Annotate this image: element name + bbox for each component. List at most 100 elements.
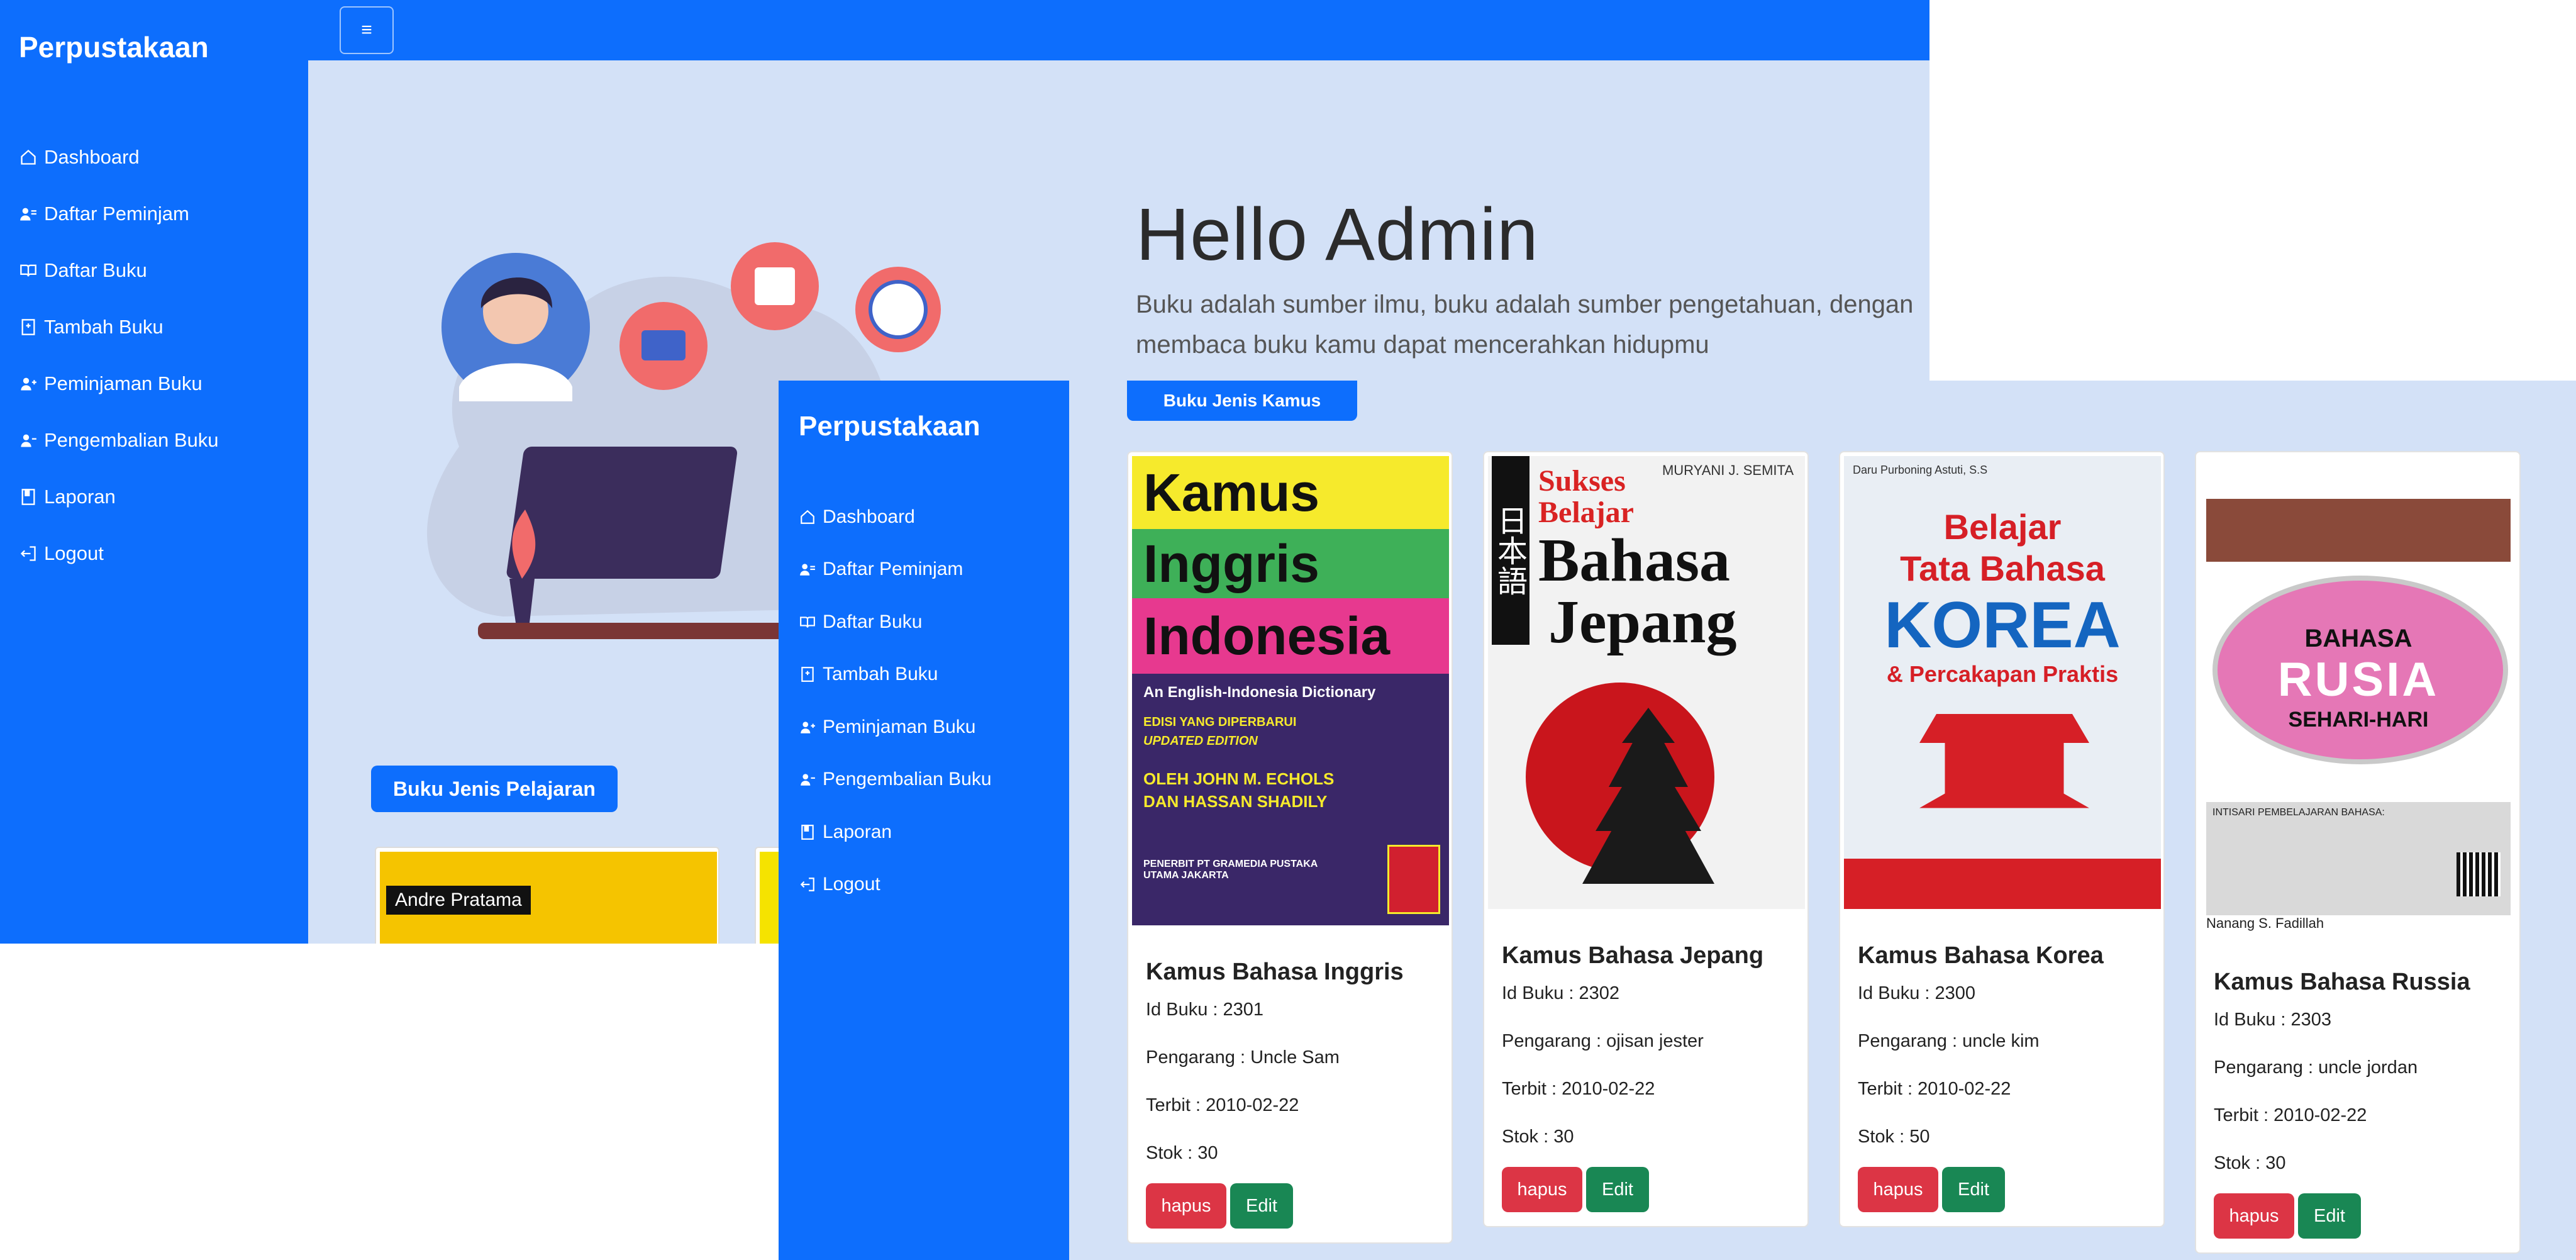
sidebar-item-pengembalian-buku[interactable]: Pengembalian Buku xyxy=(799,754,992,806)
book-card: Kamus Inggris Indonesia An English-Indon… xyxy=(1127,451,1453,1244)
book-cover: Daru Purboning Astuti, S.S Belajar Tata … xyxy=(1844,456,2161,909)
sidebar-item-daftar-buku[interactable]: Daftar Buku xyxy=(799,596,992,649)
brand-title[interactable]: Perpustakaan xyxy=(19,30,209,64)
front-app-window: Perpustakaan Dashboard Daftar Peminjam D… xyxy=(779,381,2576,1260)
cover-edition: UPDATED EDITION xyxy=(1143,734,1258,748)
cover-title: Jepang xyxy=(1548,588,1737,656)
book-stock: Stok : 30 xyxy=(1502,1127,1574,1147)
edit-button[interactable]: Edit xyxy=(1230,1183,1293,1229)
user-minus-icon xyxy=(19,431,38,450)
cover-subtitle: & Percakapan Praktis xyxy=(1886,661,2119,687)
bookmark-plus-icon xyxy=(19,318,38,337)
sidebar-item-label: Logout xyxy=(823,874,880,895)
clock-icon xyxy=(869,280,928,339)
book-stock: Stok : 30 xyxy=(2214,1153,2286,1173)
sidebar-item-label: Tambah Buku xyxy=(823,664,938,685)
sidebar-item-pengembalian-buku[interactable]: Pengembalian Buku xyxy=(19,412,218,469)
edit-button[interactable]: Edit xyxy=(1942,1167,2005,1212)
cover-title: Bahasa xyxy=(1538,527,1731,594)
sidebar-item-tambah-buku[interactable]: Tambah Buku xyxy=(19,299,218,355)
sidebar-item-daftar-peminjam[interactable]: Daftar Peminjam xyxy=(799,544,992,596)
buku-jenis-kamus-button[interactable]: Buku Jenis Kamus xyxy=(1127,381,1357,421)
sidebar-item-label: Tambah Buku xyxy=(44,316,164,338)
sidebar-item-label: Daftar Peminjam xyxy=(44,203,189,225)
sidebar-item-dashboard[interactable]: Dashboard xyxy=(19,129,218,186)
cover-title: RUSIA xyxy=(2277,653,2440,706)
journal-icon xyxy=(799,823,816,841)
sidebar-nav: Dashboard Daftar Peminjam Daftar Buku Ta… xyxy=(19,129,218,582)
cover-building xyxy=(1919,714,2089,808)
sidebar-item-label: Pengembalian Buku xyxy=(823,769,992,790)
mail-icon xyxy=(641,330,686,360)
book-published: Terbit : 2010-02-22 xyxy=(1146,1095,1299,1115)
cover-band: Kamus xyxy=(1132,456,1449,529)
delete-button[interactable]: hapus xyxy=(1502,1167,1582,1212)
book-card-peek[interactable]: Andre Pratama xyxy=(375,847,719,944)
book-author: Pengarang : uncle kim xyxy=(1858,1031,2040,1051)
front-sidebar: Perpustakaan Dashboard Daftar Peminjam D… xyxy=(779,381,1069,1260)
book-cover: BAHASA RUSIA SEHARI-HARI INTISARI PEMBEL… xyxy=(2200,456,2517,935)
sidebar-item-label: Daftar Peminjam xyxy=(823,559,963,580)
delete-button[interactable]: hapus xyxy=(1146,1183,1226,1229)
top-navbar xyxy=(308,0,1929,60)
sidebar-item-peminjaman-buku[interactable]: Peminjaman Buku xyxy=(799,701,992,754)
brand-title[interactable]: Perpustakaan xyxy=(799,411,980,442)
edit-button[interactable]: Edit xyxy=(1586,1167,1649,1212)
sidebar-item-logout[interactable]: Logout xyxy=(799,859,992,912)
bookmark-plus-icon xyxy=(799,666,816,683)
book-author: Pengarang : ojisan jester xyxy=(1502,1031,1704,1051)
user-plus-icon xyxy=(19,374,38,393)
cover-author: Daru Purboning Astuti, S.S xyxy=(1853,464,1988,476)
user-minus-icon xyxy=(799,771,816,788)
sidebar-item-label: Pengembalian Buku xyxy=(44,429,219,451)
edit-button[interactable]: Edit xyxy=(2298,1193,2361,1239)
cover-subtitle: Sukses xyxy=(1538,464,1626,498)
book-published: Terbit : 2010-02-22 xyxy=(1502,1079,1655,1099)
book-published: Terbit : 2010-02-22 xyxy=(1858,1079,2011,1099)
cover-kanji: 日本語 xyxy=(1492,456,1530,645)
home-icon xyxy=(19,148,38,167)
book-card: MURYANI J. SEMITA 日本語 Sukses Belajar Bah… xyxy=(1483,451,1809,1227)
user-plus-icon xyxy=(799,718,816,736)
delete-button[interactable]: hapus xyxy=(2214,1193,2294,1239)
book-title: Kamus Bahasa Inggris xyxy=(1146,959,1404,985)
sidebar-item-tambah-buku[interactable]: Tambah Buku xyxy=(799,649,992,701)
hero-title: Hello Admin xyxy=(1136,193,1539,276)
menu-toggle-button[interactable]: ≡ xyxy=(340,6,394,54)
book-author: Pengarang : Uncle Sam xyxy=(1146,1047,1340,1068)
buku-jenis-pelajaran-button[interactable]: Buku Jenis Pelajaran xyxy=(371,766,618,812)
sidebar-item-daftar-buku[interactable]: Daftar Buku xyxy=(19,242,218,299)
sidebar-item-label: Laporan xyxy=(44,486,116,508)
home-icon xyxy=(799,508,816,526)
book-open-icon xyxy=(19,261,38,280)
sidebar-item-label: Logout xyxy=(44,542,104,564)
book-open-icon xyxy=(799,613,816,631)
sidebar-item-dashboard[interactable]: Dashboard xyxy=(799,491,992,544)
cover-author: Nanang S. Fadillah xyxy=(2206,915,2324,931)
book-card: BAHASA RUSIA SEHARI-HARI INTISARI PEMBEL… xyxy=(2195,451,2521,1254)
cover-publisher: PENERBIT PT GRAMEDIA PUSTAKA UTAMA JAKAR… xyxy=(1143,859,1318,881)
logout-icon xyxy=(799,876,816,893)
sidebar-item-peminjaman-buku[interactable]: Peminjaman Buku xyxy=(19,355,218,412)
sidebar-item-label: Daftar Buku xyxy=(44,259,147,281)
book-cover: MURYANI J. SEMITA 日本語 Sukses Belajar Bah… xyxy=(1488,456,1805,909)
journal-icon xyxy=(19,488,38,506)
cover-author: MURYANI J. SEMITA xyxy=(1662,462,1794,478)
cover-title: SEHARI-HARI xyxy=(2288,708,2429,732)
cover-title: Belajar xyxy=(1943,507,2062,547)
sidebar-item-laporan[interactable]: Laporan xyxy=(799,806,992,859)
book-title: Kamus Bahasa Korea xyxy=(1858,942,2104,969)
hero-lead-line1: Buku adalah sumber ilmu, buku adalah sum… xyxy=(1136,291,1914,318)
cover-info-title: INTISARI PEMBELAJARAN BAHASA: xyxy=(2212,807,2385,818)
cover-author-tag: Andre Pratama xyxy=(386,886,531,915)
cover-subtitle: Belajar xyxy=(1538,496,1634,529)
sidebar-item-label: Peminjaman Buku xyxy=(44,372,203,394)
book-published: Terbit : 2010-02-22 xyxy=(2214,1105,2367,1125)
cover-author: OLEH JOHN M. ECHOLS xyxy=(1143,769,1335,788)
cover-band: Indonesia xyxy=(1132,598,1449,674)
sidebar-item-logout[interactable]: Logout xyxy=(19,525,218,582)
delete-button[interactable]: hapus xyxy=(1858,1167,1938,1212)
sidebar-item-daftar-peminjam[interactable]: Daftar Peminjam xyxy=(19,186,218,242)
cover-title: BAHASA xyxy=(2304,625,2412,652)
sidebar-item-laporan[interactable]: Laporan xyxy=(19,469,218,525)
